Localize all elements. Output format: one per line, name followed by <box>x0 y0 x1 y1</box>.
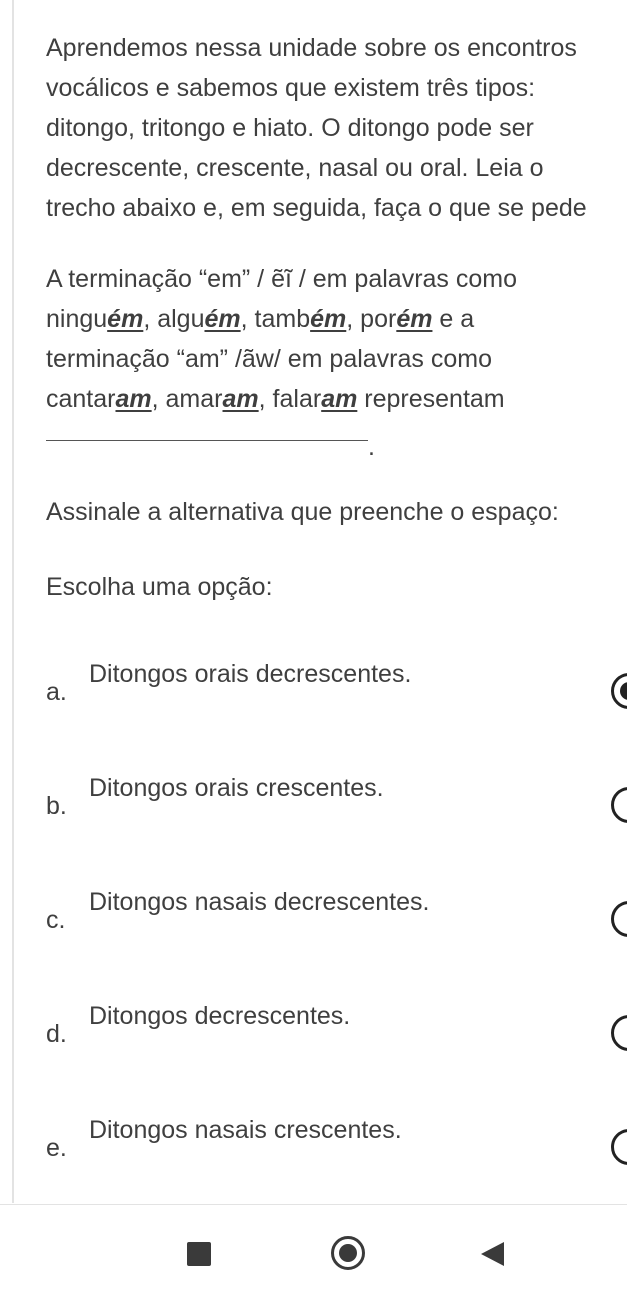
passage-text: amar <box>165 385 223 413</box>
option-label: Ditongos nasais crescentes. <box>89 1116 402 1144</box>
question-intro: Aprendemos nessa unidade sobre os encont… <box>46 28 587 228</box>
option-letter: a. <box>46 678 67 706</box>
passage-text: algu <box>157 305 205 333</box>
option-letter: c. <box>46 906 66 934</box>
highlighted-ending: ém <box>204 305 241 333</box>
passage-line: A terminação “em” / ẽĩ / em palavras com… <box>46 265 518 293</box>
radio-button[interactable] <box>611 787 627 823</box>
passage-text: por <box>360 305 397 333</box>
back-icon[interactable] <box>481 1242 504 1266</box>
option-letter: b. <box>46 792 67 820</box>
passage-text: cantar <box>46 385 116 413</box>
passage-line: cantaram, amaram, falaram representam <box>46 379 517 419</box>
passage-text: , <box>240 305 255 333</box>
option-label: Ditongos orais decrescentes. <box>89 660 412 688</box>
radio-button-selected[interactable] <box>611 673 627 709</box>
highlighted-ending: am <box>222 385 259 413</box>
question-instruction: Assinale a alternativa que preenche o es… <box>46 498 559 526</box>
passage-text: , <box>346 305 361 333</box>
passage-line: terminação “am” /ãw/ em palavras como <box>46 345 492 373</box>
option-d[interactable]: d. Ditongos decrescentes. <box>46 1001 627 1061</box>
option-b[interactable]: b. Ditongos orais crescentes. <box>46 773 627 833</box>
option-label: Ditongos nasais decrescentes. <box>89 888 430 916</box>
passage-text: e a <box>432 305 475 333</box>
passage-text: , <box>151 385 166 413</box>
option-label: Ditongos orais crescentes. <box>89 774 384 802</box>
intro-line: ditongo, tritongo e hiato. O ditongo pod… <box>46 114 534 142</box>
passage-text: representam <box>357 385 505 413</box>
highlighted-ending: ém <box>107 305 144 333</box>
passage-text: ningu <box>46 305 108 333</box>
radio-button[interactable] <box>611 1015 627 1051</box>
intro-line: vocálicos e sabemos que existem três tip… <box>46 74 536 102</box>
passage-text: tamb <box>254 305 311 333</box>
radio-button[interactable] <box>611 901 627 937</box>
highlighted-ending: am <box>321 385 358 413</box>
option-a[interactable]: a. Ditongos orais decrescentes. <box>46 659 627 719</box>
question-passage: A terminação “em” / ẽĩ / em palavras com… <box>46 259 517 419</box>
radio-button[interactable] <box>611 1129 627 1165</box>
blank-period: . <box>368 433 375 461</box>
quiz-page: Aprendemos nessa unidade sobre os encont… <box>0 0 627 1290</box>
blank-rule <box>46 440 368 441</box>
choose-option-label: Escolha uma opção: <box>46 573 273 601</box>
content-left-border <box>12 0 14 1203</box>
recent-apps-icon[interactable] <box>187 1242 211 1266</box>
passage-text: falar <box>272 385 322 413</box>
highlighted-ending: ém <box>310 305 347 333</box>
passage-line: ninguém, alguém, também, porém e a <box>46 299 517 339</box>
option-c[interactable]: c. Ditongos nasais decrescentes. <box>46 887 627 947</box>
intro-line: decrescente, crescente, nasal ou oral. L… <box>46 154 544 182</box>
fill-in-blank: . <box>46 427 375 467</box>
home-icon[interactable] <box>331 1236 365 1270</box>
highlighted-ending: am <box>115 385 152 413</box>
intro-line: Aprendemos nessa unidade sobre os encont… <box>46 34 577 62</box>
option-label: Ditongos decrescentes. <box>89 1002 351 1030</box>
option-letter: d. <box>46 1020 67 1048</box>
passage-text: , <box>258 385 273 413</box>
intro-line: trecho abaixo e, em seguida, faça o que … <box>46 194 587 222</box>
option-e[interactable]: e. Ditongos nasais crescentes. <box>46 1115 627 1175</box>
passage-text: , <box>143 305 158 333</box>
highlighted-ending: ém <box>396 305 433 333</box>
option-letter: e. <box>46 1134 67 1162</box>
system-navigation-bar <box>0 1205 627 1290</box>
